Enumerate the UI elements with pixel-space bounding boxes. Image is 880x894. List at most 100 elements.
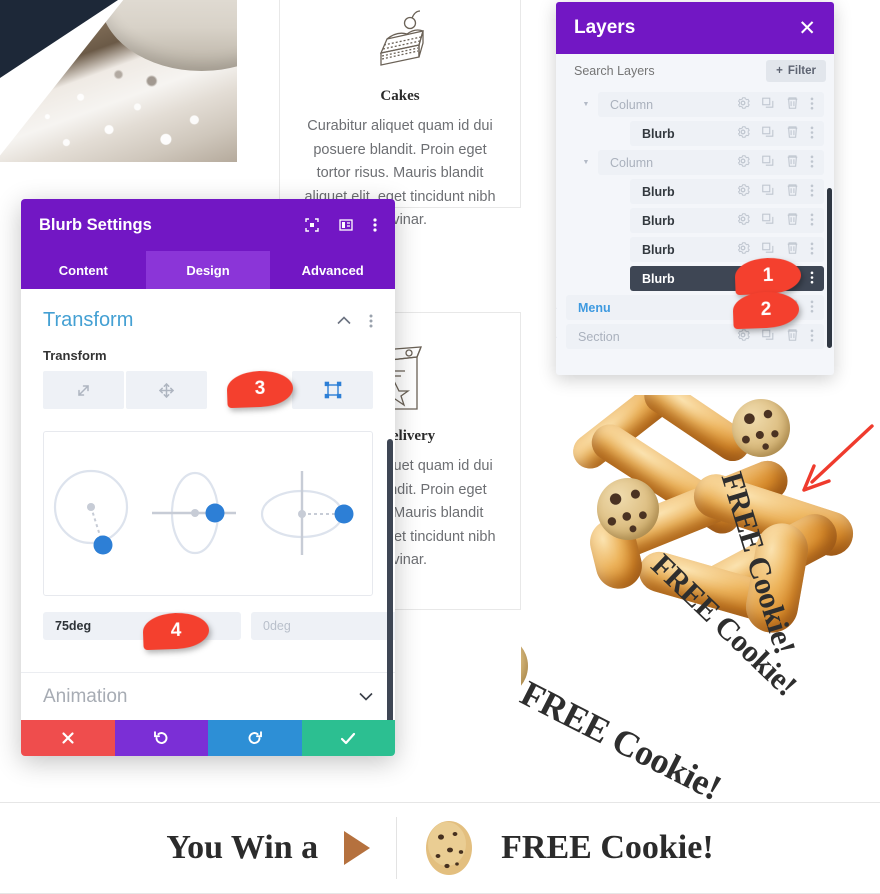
filter-button[interactable]: + Filter (766, 60, 826, 82)
bottom-promo-banner: You Win a FREE Cookie! (0, 802, 880, 894)
chevron-right-icon[interactable]: ▶ (556, 333, 560, 341)
layer-row-label: Blurb (642, 271, 675, 286)
tab-content[interactable]: Content (21, 251, 146, 289)
gear-icon[interactable] (736, 212, 750, 226)
gear-icon[interactable] (736, 183, 750, 197)
redo-icon (248, 731, 262, 744)
close-icon[interactable]: ✕ (798, 18, 816, 39)
layer-row-blurb-3[interactable]: Blurb (556, 179, 834, 204)
modal-scrollbar[interactable] (387, 439, 393, 720)
blurb-card-cakes: Cakes Curabitur aliquet quam id dui posu… (279, 0, 521, 228)
transform-scale-button[interactable] (43, 371, 124, 409)
rotate-z-control[interactable] (46, 459, 142, 569)
chevron-up-icon[interactable] (337, 316, 351, 325)
layer-row-section-8[interactable]: ▶ Section (556, 324, 834, 349)
undo-button[interactable] (114, 720, 208, 756)
more-vertical-icon[interactable] (373, 217, 377, 233)
close-icon (62, 732, 74, 744)
layer-row-actions (736, 183, 814, 201)
more-vertical-icon[interactable] (810, 125, 814, 140)
duplicate-icon[interactable] (761, 212, 775, 226)
chevron-down-icon[interactable]: ▼ (580, 159, 592, 166)
scale-icon (78, 384, 89, 396)
focus-target-icon[interactable] (305, 218, 319, 232)
gear-icon[interactable] (736, 328, 750, 342)
more-vertical-icon[interactable] (810, 154, 814, 169)
gear-icon[interactable] (736, 96, 750, 110)
cancel-button[interactable] (21, 720, 115, 756)
layer-row-label: Blurb (642, 184, 675, 199)
layout-panel-icon[interactable] (339, 218, 353, 232)
animation-section-header[interactable]: Animation (21, 672, 395, 720)
layer-row-blurb-1[interactable]: Blurb (556, 121, 834, 146)
more-vertical-icon[interactable] (810, 270, 814, 285)
layer-row-column-0[interactable]: ▼ Column (556, 92, 834, 117)
layers-panel-title: Layers (574, 17, 636, 38)
trash-icon[interactable] (786, 328, 799, 342)
layers-panel-header: Layers ✕ (556, 2, 834, 54)
duplicate-icon[interactable] (761, 154, 775, 168)
modal-footer (21, 720, 395, 756)
gear-icon[interactable] (736, 154, 750, 168)
layer-row-blurb-4[interactable]: Blurb (556, 208, 834, 233)
layer-row-actions (736, 212, 814, 230)
layer-row-label: Column (610, 97, 654, 112)
transform-section-header: Transform (21, 289, 395, 332)
rotate-y-control[interactable] (146, 459, 256, 569)
more-vertical-icon[interactable] (810, 96, 814, 111)
plus-icon: + (776, 65, 783, 77)
layer-row-label: Section (578, 329, 620, 344)
more-vertical-icon[interactable] (810, 241, 814, 256)
layers-search-row: + Filter (556, 54, 834, 88)
rotate-z-input[interactable] (43, 612, 241, 640)
transform-field-label: Transform (43, 348, 107, 363)
duplicate-icon[interactable] (761, 125, 775, 139)
chevron-down-icon[interactable] (359, 692, 373, 701)
more-vertical-icon[interactable] (810, 328, 814, 343)
layer-row-actions (736, 328, 814, 346)
trash-icon[interactable] (786, 183, 799, 197)
transform-skew-button[interactable] (292, 371, 373, 409)
layer-row-actions (736, 96, 814, 114)
section-title: Transform (43, 309, 134, 331)
layers-scrollbar[interactable] (827, 188, 832, 348)
layer-row-label: Menu (578, 300, 611, 315)
layer-row-label: Blurb (642, 126, 675, 141)
layer-row-label: Blurb (642, 242, 675, 257)
trash-icon[interactable] (786, 96, 799, 110)
more-vertical-icon[interactable] (369, 313, 373, 329)
banner-left-text: You Win a (166, 829, 319, 866)
duplicate-icon[interactable] (761, 241, 775, 255)
skew-icon (324, 381, 341, 399)
layer-row-column-2[interactable]: ▼ Column (556, 150, 834, 175)
tab-advanced[interactable]: Advanced (270, 251, 395, 289)
transform-translate-button[interactable] (126, 371, 207, 409)
transform-mode-group (43, 371, 373, 409)
trash-icon[interactable] (786, 125, 799, 139)
redo-button[interactable] (208, 720, 302, 756)
more-vertical-icon[interactable] (810, 212, 814, 227)
gear-icon[interactable] (736, 241, 750, 255)
chevron-down-icon[interactable]: ▼ (580, 101, 592, 108)
more-vertical-icon[interactable] (810, 183, 814, 198)
trash-icon[interactable] (786, 241, 799, 255)
duplicate-icon[interactable] (761, 183, 775, 197)
screen-root: Cakes Curabitur aliquet quam id dui posu… (0, 0, 880, 894)
chevron-right-icon[interactable]: ▶ (556, 304, 560, 312)
gear-icon[interactable] (736, 125, 750, 139)
tab-design[interactable]: Design (145, 251, 271, 289)
duplicate-icon[interactable] (761, 96, 775, 110)
trash-icon[interactable] (786, 212, 799, 226)
duplicate-icon[interactable] (761, 328, 775, 342)
more-vertical-icon[interactable] (810, 299, 814, 314)
save-button[interactable] (301, 720, 395, 756)
rotate-x-control[interactable] (260, 459, 370, 569)
trash-icon[interactable] (786, 154, 799, 168)
modal-body: Transform Transform 75deg 0deg Animation (21, 289, 395, 720)
search-input[interactable] (574, 64, 724, 78)
rotate-y-input[interactable] (251, 612, 395, 640)
layer-row-blurb-5[interactable]: Blurb (556, 237, 834, 262)
filter-label: Filter (787, 65, 816, 77)
translate-icon (158, 382, 175, 398)
play-triangle-icon (344, 831, 371, 865)
